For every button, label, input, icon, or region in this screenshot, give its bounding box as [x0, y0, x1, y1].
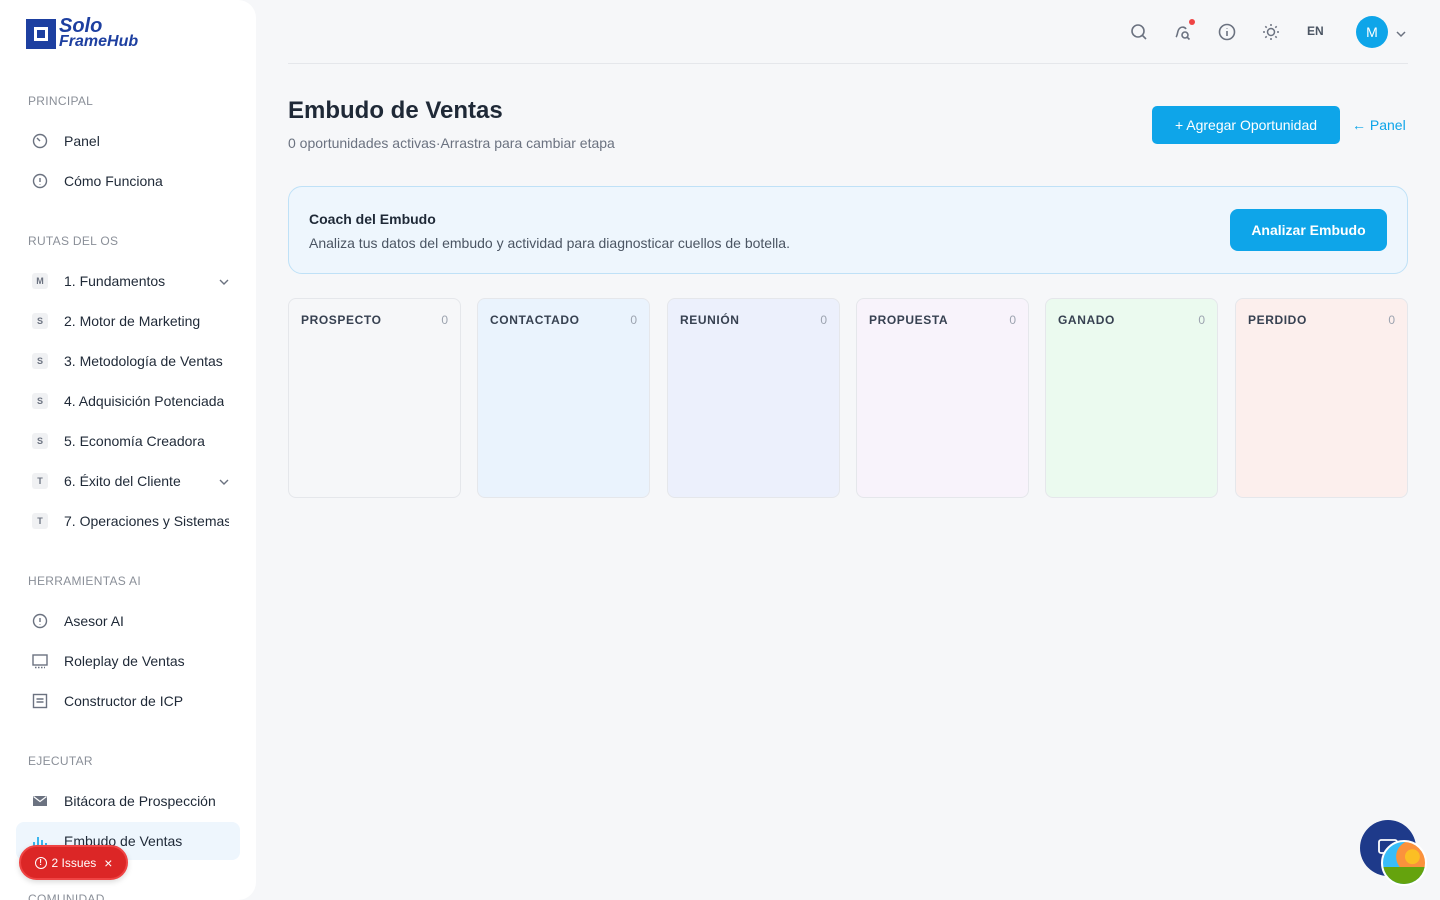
section-label-comunidad: COMUNIDAD	[28, 892, 105, 900]
info-icon	[32, 613, 48, 629]
section-label-principal: PRINCIPAL	[28, 94, 94, 108]
sidebar-item-label: 5. Economía Creadora	[64, 433, 205, 449]
section-label-rutas: RUTAS DEL OS	[28, 234, 119, 248]
sidebar-item-operaciones[interactable]: T 7. Operaciones y Sistemas	[16, 502, 240, 540]
logo-icon	[26, 19, 56, 49]
search-icon[interactable]	[1129, 22, 1149, 42]
track-badge: M	[32, 273, 48, 289]
sidebar-item-metodologia-ventas[interactable]: S 3. Metodología de Ventas	[16, 342, 240, 380]
sidebar-item-label: Panel	[64, 133, 100, 149]
sidebar-item-como-funciona[interactable]: Cómo Funciona	[16, 162, 240, 200]
stage-column-propuesta[interactable]: PROPUESTA 0	[856, 298, 1029, 498]
sidebar-item-label: Asesor AI	[64, 613, 124, 629]
notification-dot	[1189, 19, 1195, 25]
language-switch[interactable]: EN	[1307, 24, 1324, 38]
section-label-ejecutar: EJECUTAR	[28, 754, 93, 768]
avatar[interactable]: M	[1356, 16, 1388, 48]
document-icon	[32, 693, 48, 709]
info-icon[interactable]	[1217, 22, 1237, 42]
track-badge: T	[32, 473, 48, 489]
sidebar-item-panel[interactable]: Panel	[16, 122, 240, 160]
sidebar-item-label: 3. Metodología de Ventas	[64, 353, 223, 369]
stage-count: 0	[1388, 313, 1395, 327]
sidebar-item-label: 2. Motor de Marketing	[64, 313, 201, 329]
sidebar-item-label: Bitácora de Prospección	[64, 793, 216, 809]
stage-count: 0	[630, 313, 637, 327]
sidebar-item-fundamentos[interactable]: M 1. Fundamentos	[16, 262, 240, 300]
sidebar-item-constructor-icp[interactable]: Constructor de ICP	[16, 682, 240, 720]
stage-count: 0	[441, 313, 448, 327]
sidebar-item-label: Constructor de ICP	[64, 693, 184, 709]
sidebar-item-adquisicion[interactable]: S 4. Adquisición Potenciada	[16, 382, 240, 420]
issues-label: 2 Issues	[51, 855, 97, 870]
info-icon	[32, 173, 48, 189]
page-subtitle: 0 oportunidades activas·Arrastra para ca…	[288, 135, 615, 151]
sidebar-item-label: Roleplay de Ventas	[64, 653, 185, 669]
sidebar-item-economia-creadora[interactable]: S 5. Economía Creadora	[16, 422, 240, 460]
chevron-down-icon[interactable]	[218, 475, 230, 493]
page-title: Embudo de Ventas	[288, 97, 503, 124]
stage-title: REUNIÓN	[680, 313, 740, 327]
close-icon[interactable]: ×	[104, 855, 112, 871]
stage-title: PROPUESTA	[869, 313, 949, 327]
monitor-icon	[32, 653, 48, 669]
stage-count: 0	[1009, 313, 1016, 327]
sidebar-item-bitacora[interactable]: Bitácora de Prospección	[16, 782, 240, 820]
sidebar-item-label: 4. Adquisición Potenciada	[64, 393, 225, 409]
alert-icon: !	[34, 856, 47, 869]
analyze-funnel-button[interactable]: Analizar Embudo	[1230, 209, 1387, 251]
sidebar-item-label: 6. Éxito del Cliente	[64, 473, 181, 489]
brand-logo[interactable]: Solo FrameHub	[26, 15, 139, 50]
stage-title: GANADO	[1058, 313, 1115, 327]
assistant-avatar[interactable]	[1381, 840, 1427, 886]
coach-card: Coach del Embudo Analiza tus datos del e…	[288, 186, 1408, 274]
issues-badge[interactable]: ! 2 Issues ×	[19, 845, 128, 880]
gauge-icon	[32, 133, 48, 149]
coach-description: Analiza tus datos del embudo y actividad…	[309, 235, 790, 251]
stage-count: 0	[820, 313, 827, 327]
track-badge: S	[32, 433, 48, 449]
brand-name-line1: Solo	[59, 15, 103, 37]
track-badge: T	[32, 513, 48, 529]
sun-icon[interactable]	[1261, 22, 1281, 42]
sidebar-item-label: Cómo Funciona	[64, 173, 163, 189]
stage-column-prospecto[interactable]: PROSPECTO 0	[288, 298, 461, 498]
sidebar-item-asesor-ai[interactable]: Asesor AI	[16, 602, 240, 640]
stage-column-contactado[interactable]: CONTACTADO 0	[477, 298, 650, 498]
stage-title: PROSPECTO	[301, 313, 382, 327]
stage-column-reunion[interactable]: REUNIÓN 0	[667, 298, 840, 498]
sidebar-item-label: 7. Operaciones y Sistemas	[64, 513, 229, 529]
sidebar: Solo FrameHub PRINCIPAL Panel Cómo Funci…	[0, 0, 256, 900]
sidebar-item-roleplay[interactable]: Roleplay de Ventas	[16, 642, 240, 680]
sidebar-item-label: 1. Fundamentos	[64, 273, 166, 289]
back-to-panel-link[interactable]: ← Panel	[1352, 117, 1406, 133]
sidebar-item-motor-marketing[interactable]: S 2. Motor de Marketing	[16, 302, 240, 340]
topbar: EN M	[288, 0, 1408, 64]
track-badge: S	[32, 393, 48, 409]
add-opportunity-button[interactable]: + Agregar Oportunidad	[1152, 106, 1340, 144]
track-badge: S	[32, 353, 48, 369]
section-label-herramientas: HERRAMIENTAS AI	[28, 574, 141, 588]
chevron-down-icon[interactable]	[218, 275, 230, 293]
chevron-down-icon[interactable]	[1395, 27, 1407, 45]
brand-name-line2: FrameHub	[59, 33, 139, 50]
track-badge: S	[32, 313, 48, 329]
mail-icon	[32, 793, 48, 809]
sidebar-item-exito-cliente[interactable]: T 6. Éxito del Cliente	[16, 462, 240, 500]
stage-count: 0	[1198, 313, 1205, 327]
stage-column-ganado[interactable]: GANADO 0	[1045, 298, 1218, 498]
stage-column-perdido[interactable]: PERDIDO 0	[1235, 298, 1408, 498]
coach-title: Coach del Embudo	[309, 211, 436, 227]
stage-title: PERDIDO	[1248, 313, 1307, 327]
notification-icon[interactable]	[1173, 19, 1195, 42]
stage-title: CONTACTADO	[490, 313, 580, 327]
